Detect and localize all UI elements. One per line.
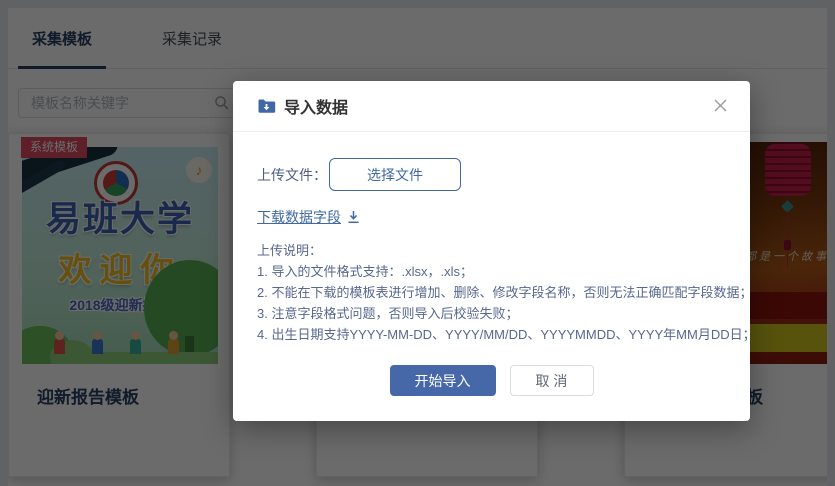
close-icon[interactable] [713, 98, 728, 113]
import-folder-icon [257, 98, 276, 114]
download-link-label: 下载数据字段 [257, 207, 341, 227]
choose-file-button[interactable]: 选择文件 [329, 158, 461, 191]
modal-footer: 开始导入 取 消 [257, 365, 726, 396]
instruction-item: 1. 导入的文件格式支持：.xlsx，.xls； [257, 261, 726, 282]
start-import-button[interactable]: 开始导入 [390, 365, 496, 396]
download-icon [347, 210, 360, 224]
cancel-button[interactable]: 取 消 [510, 365, 594, 396]
instruction-item: 2. 不能在下载的模板表进行增加、删除、修改字段名称，否则无法正确匹配字段数据； [257, 282, 726, 303]
instructions-title: 上传说明： [257, 240, 726, 261]
modal-header: 导入数据 [233, 81, 750, 132]
modal-title: 导入数据 [284, 94, 348, 118]
upload-file-label: 上传文件： [257, 165, 327, 185]
upload-instructions: 上传说明： 1. 导入的文件格式支持：.xlsx，.xls； 2. 不能在下载的… [257, 240, 726, 345]
instruction-item: 4. 出生日期支持YYYY-MM-DD、YYYY/MM/DD、YYYYMMDD、… [257, 324, 726, 345]
modal-body: 上传文件： 选择文件 下载数据字段 上传说明： 1. 导入的文件格式支持：.xl… [233, 158, 750, 396]
import-data-modal: 导入数据 上传文件： 选择文件 下载数据字段 上传说明： [233, 81, 750, 421]
instruction-item: 3. 注意字段格式问题，否则导入后校验失败； [257, 303, 726, 324]
download-data-fields-link[interactable]: 下载数据字段 [257, 207, 360, 227]
